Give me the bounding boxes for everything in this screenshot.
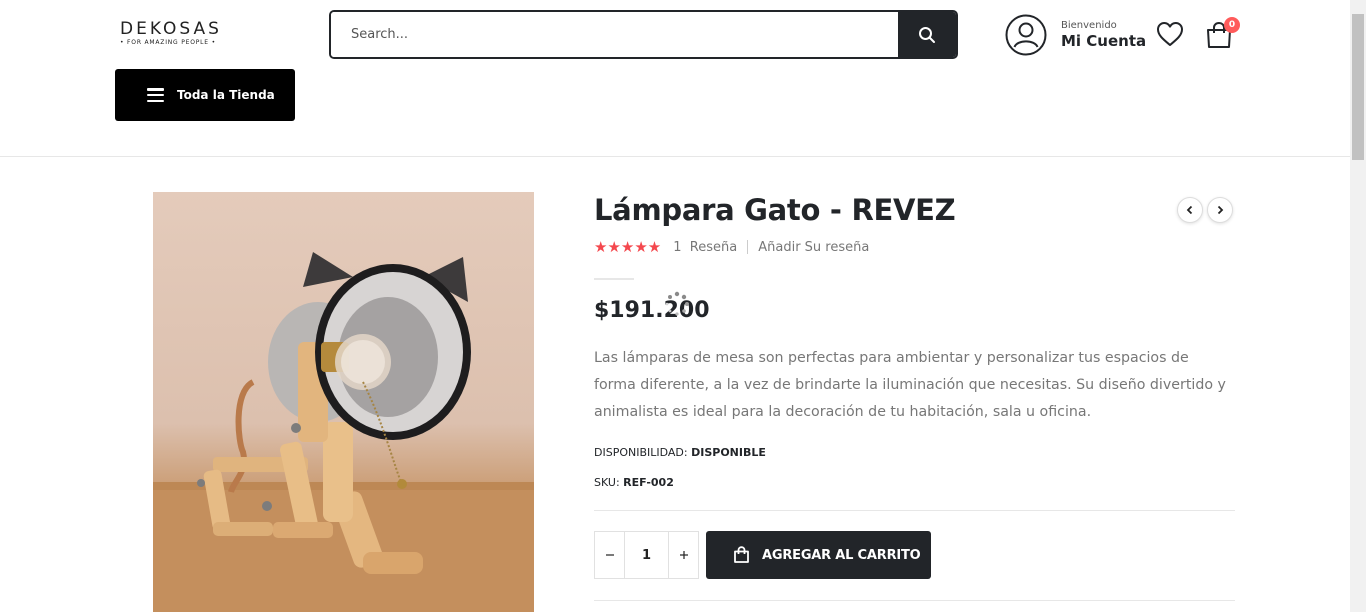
scrollbar-thumb[interactable] [1352,14,1364,160]
review-count: 1 [673,239,682,255]
minus-icon [605,554,614,556]
add-review-link[interactable]: Añadir Su reseña [758,240,869,255]
menu-icon [147,88,164,102]
header-divider [0,156,1350,157]
product-price: $191.200 [594,298,710,323]
search-button[interactable] [898,12,956,57]
sku-row: SKU: REF-002 [594,476,674,489]
actions-divider-top [594,510,1235,511]
chevron-left-icon [1186,205,1193,215]
quantity-input[interactable] [624,532,669,578]
quantity-stepper [594,531,699,579]
loading-spinner-icon [665,291,689,316]
review-count-link[interactable]: 1 Reseña [673,240,737,255]
shopping-bag-icon [734,546,749,563]
quantity-increase-button[interactable] [669,532,698,578]
rating-separator [747,240,749,254]
add-to-cart-label: AGREGAR AL CARRITO [762,547,921,563]
star-rating: ★★★★★ [594,238,662,256]
product-navigation [1177,197,1233,223]
quantity-decrease-button[interactable] [595,532,624,578]
account-welcome: Bienvenido [1061,20,1117,31]
previous-product-button[interactable] [1177,197,1203,223]
actions-divider-bottom [594,600,1235,601]
account-name: Mi Cuenta [1061,32,1147,50]
next-product-button[interactable] [1207,197,1233,223]
product-image[interactable] [153,192,534,612]
availability-row: DISPONIBILIDAD: DISPONIBLE [594,446,766,459]
user-icon [1005,14,1047,56]
site-logo[interactable]: DEKOSAS • FOR AMAZING PEOPLE • [120,20,232,46]
account-link[interactable]: Bienvenido Mi Cuenta [1005,14,1146,56]
review-label: Reseña [689,239,738,255]
store-menu-button[interactable]: Toda la Tienda [115,69,295,121]
sku-label: SKU: [594,476,620,489]
plus-icon [679,551,688,559]
product-title: Lámpara Gato - REVEZ [594,193,956,227]
store-menu-label: Toda la Tienda [177,88,275,102]
product-photo [153,252,534,612]
rating-row: ★★★★★ 1 Reseña Añadir Su reseña [594,238,869,256]
cart-count-badge: 0 [1224,17,1240,33]
search-input[interactable] [331,12,898,57]
availability-label: DISPONIBILIDAD: [594,446,688,459]
heart-icon[interactable] [1156,21,1184,47]
logo-name: DEKOSAS [120,19,222,39]
chevron-right-icon [1217,205,1224,215]
short-divider [594,278,634,280]
availability-value: DISPONIBLE [691,446,766,459]
product-description: Las lámparas de mesa son perfectas para … [594,350,1226,420]
logo-tagline: • FOR AMAZING PEOPLE • [120,39,216,46]
search-icon [919,26,935,43]
search-bar [329,10,958,59]
add-to-cart-button[interactable]: AGREGAR AL CARRITO [706,531,931,579]
sku-value: REF-002 [623,476,674,489]
page-scrollbar[interactable] [1350,0,1366,612]
